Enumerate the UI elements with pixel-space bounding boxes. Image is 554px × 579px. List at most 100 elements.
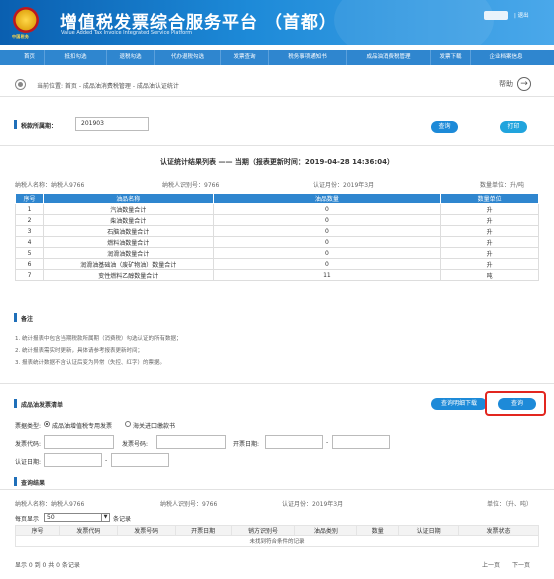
user-name[interactable] bbox=[484, 11, 508, 20]
nav-oil-tax[interactable]: 成品油消费税管理 bbox=[347, 50, 431, 65]
site-subtitle: Value Added Tax Invoice Integrated Servi… bbox=[61, 30, 193, 36]
cell: 3 bbox=[15, 225, 44, 237]
radio-label[interactable]: 海关进口缴款书 bbox=[133, 421, 175, 430]
cell: 0 bbox=[212, 247, 442, 259]
nav-invoice-query[interactable]: 发票查询 bbox=[221, 50, 269, 65]
number-label: 发票号码: bbox=[122, 441, 149, 448]
results-title: 查询结果 bbox=[21, 480, 46, 487]
cell: 石脑油数量合计 bbox=[42, 225, 214, 237]
col-header[interactable]: 油品类别 bbox=[294, 525, 358, 536]
next-page-button[interactable]: 下一页 bbox=[512, 560, 530, 569]
cell: 2 bbox=[15, 214, 44, 226]
col-header[interactable]: 序号 bbox=[15, 525, 60, 536]
col-header: 油品数量 bbox=[212, 193, 442, 204]
nav-home[interactable]: 首页 bbox=[15, 50, 45, 65]
nav-tax-notice[interactable]: 税务事项通知书 bbox=[269, 50, 347, 65]
taxpayer-name: 纳税人名称：纳税人9766 bbox=[15, 182, 85, 189]
section-marker bbox=[14, 477, 17, 486]
range-dash: - bbox=[105, 457, 108, 464]
print-button[interactable]: 打印 bbox=[500, 121, 527, 133]
cert-date-label: 认证日期: bbox=[15, 459, 42, 466]
nav-deduction[interactable]: 抵扣勾选 bbox=[45, 50, 107, 65]
cell: 升 bbox=[440, 214, 539, 226]
cell: 0 bbox=[212, 225, 442, 237]
col-header[interactable]: 发票状态 bbox=[458, 525, 539, 536]
note-line: 1. 统计报表中包含当期税款所属期（消费税）勾选认证的所有数据； bbox=[15, 336, 182, 342]
cell: 1 bbox=[15, 203, 44, 215]
tax-period-label: 税款所属期： bbox=[21, 123, 58, 130]
cell: 柴油数量合计 bbox=[42, 214, 214, 226]
cell: 5 bbox=[15, 247, 44, 259]
cell: 润滑油基础油（废矿物油）数量合计 bbox=[42, 258, 214, 270]
cell: 升 bbox=[440, 203, 539, 215]
col-header[interactable]: 数量 bbox=[356, 525, 400, 536]
date-start-input[interactable] bbox=[265, 435, 323, 449]
cell: 升 bbox=[440, 225, 539, 237]
col-header[interactable]: 销方识别号 bbox=[230, 525, 296, 536]
cert-stats-table: 序号 油品名称 油品数量 数量单位 1 汽油数量合计 0 升 2 柴油数量合计 0 升 3石… bbox=[15, 193, 539, 281]
query-button[interactable]: 查询 bbox=[431, 121, 458, 133]
radio-customs-payment[interactable] bbox=[125, 421, 131, 427]
page-size-suffix: 条记录 bbox=[113, 516, 132, 523]
cert-month: 认证月份：2019年3月 bbox=[313, 182, 375, 189]
logout-link[interactable]: | 退出 bbox=[514, 11, 529, 19]
type-label: 票据类型: bbox=[15, 423, 42, 430]
prev-page-button[interactable]: 上一页 bbox=[482, 560, 500, 569]
main-nav: 首页 抵扣勾选 退税勾选 代办退税勾选 发票查询 税务事项通知书 成品油消费税管… bbox=[0, 50, 554, 65]
col-header[interactable]: 发票号码 bbox=[116, 525, 176, 536]
taxpayer-id: 纳税人识别号：9766 bbox=[160, 501, 218, 508]
tax-emblem-icon bbox=[13, 7, 39, 33]
radio-oil-vat-invoice[interactable] bbox=[44, 421, 50, 427]
cell: 6 bbox=[15, 258, 44, 270]
help-label[interactable]: 帮助 bbox=[499, 79, 513, 89]
page-size-select[interactable]: 50 ▼ bbox=[44, 513, 110, 522]
unit-label: 数量单位：升/吨 bbox=[480, 182, 525, 189]
cell: 4 bbox=[15, 236, 44, 248]
cell: 0 bbox=[212, 236, 442, 248]
page-size-value: 50 bbox=[47, 514, 55, 521]
cell: 升 bbox=[440, 236, 539, 248]
nav-enterprise-info[interactable]: 企业档案信息 bbox=[471, 50, 541, 65]
section-marker bbox=[14, 399, 17, 408]
nav-refund[interactable]: 退税勾选 bbox=[107, 50, 155, 65]
nav-invoice-download[interactable]: 发票下载 bbox=[431, 50, 471, 65]
cell: 11 bbox=[212, 269, 442, 281]
cert-date-end-input[interactable] bbox=[111, 453, 169, 467]
empty-message: 未找到符合条件的记录 bbox=[15, 535, 539, 547]
invoice-number-input[interactable] bbox=[156, 435, 226, 449]
nav-agent-refund[interactable]: 代办退税勾选 bbox=[155, 50, 221, 65]
section-marker bbox=[14, 313, 17, 322]
date-label: 开票日期: bbox=[233, 441, 260, 448]
cell: 吨 bbox=[440, 269, 539, 281]
invoice-results-table: 序号 发票代码 发票号码 开票日期 销方识别号 油品类别 数量 认证日期 发票状… bbox=[15, 525, 539, 547]
col-header: 油品名称 bbox=[42, 193, 214, 204]
arrow-right-icon[interactable]: → bbox=[517, 77, 531, 91]
tax-period-input[interactable]: 201903 bbox=[75, 117, 149, 131]
breadcrumb: 当前位置: 首页 - 成品油消费税管理 - 成品油认证统计 帮助 → bbox=[0, 73, 554, 97]
col-header[interactable]: 发票代码 bbox=[58, 525, 118, 536]
unit-label: 单位：（升、吨） bbox=[487, 501, 533, 508]
col-header: 数量单位 bbox=[440, 193, 539, 204]
cell: 7 bbox=[15, 269, 44, 281]
table-row: 7 变性燃料乙醇数量合计 11 吨 bbox=[15, 269, 539, 281]
header-decoration bbox=[334, 0, 494, 45]
date-end-input[interactable] bbox=[332, 435, 390, 449]
range-dash: - bbox=[326, 439, 329, 446]
divider bbox=[0, 383, 554, 384]
invoice-code-input[interactable] bbox=[44, 435, 114, 449]
table-row: 6 润滑油基础油（废矿物油）数量合计 0 升 bbox=[15, 258, 539, 270]
divider bbox=[0, 145, 554, 146]
table-row: 4 燃料油数量合计 0 升 bbox=[15, 236, 539, 248]
col-header[interactable]: 开票日期 bbox=[174, 525, 232, 536]
download-details-button[interactable]: 查询明细下载 bbox=[431, 398, 487, 410]
app-header: 中国税务 增值税发票综合服务平台 （首都） Value Added Tax In… bbox=[0, 0, 554, 45]
pagination-summary: 显示 0 到 0 共 0 条记录 bbox=[15, 562, 80, 569]
radio-label[interactable]: 成品油增值税专用发票 bbox=[52, 421, 112, 430]
cert-date-start-input[interactable] bbox=[44, 453, 102, 467]
col-header[interactable]: 认证日期 bbox=[398, 525, 460, 536]
table-row: 3 石脑油数量合计 0 升 bbox=[15, 225, 539, 237]
code-label: 发票代码: bbox=[15, 441, 42, 448]
col-header: 序号 bbox=[15, 193, 44, 204]
cert-month: 认证月份：2019年3月 bbox=[282, 501, 344, 508]
table-row: 1 汽油数量合计 0 升 bbox=[15, 203, 539, 215]
